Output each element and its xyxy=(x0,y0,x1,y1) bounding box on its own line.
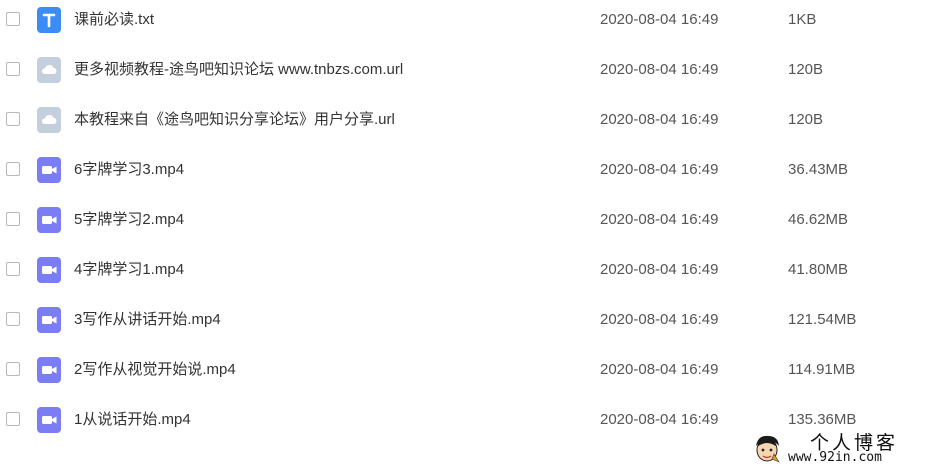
video-file-icon xyxy=(37,157,61,183)
file-size: 114.91MB xyxy=(788,361,856,378)
cloud-link-icon xyxy=(37,57,61,83)
file-name[interactable]: 2写作从视觉开始说.mp4 xyxy=(74,361,236,379)
file-name[interactable]: 课前必读.txt xyxy=(74,11,154,29)
file-row[interactable]: 4字牌学习1.mp4 2020-08-04 16:49 41.80MB xyxy=(0,250,941,300)
file-size: 135.36MB xyxy=(788,411,857,428)
video-file-icon xyxy=(37,407,61,433)
file-row[interactable]: 课前必读.txt 2020-08-04 16:49 1KB xyxy=(0,0,941,50)
file-list: 课前必读.txt 2020-08-04 16:49 1KB 更多视频教程-途鸟吧… xyxy=(0,0,941,450)
file-size: 120B xyxy=(788,111,824,128)
file-size: 121.54MB xyxy=(788,311,857,328)
video-file-icon xyxy=(37,207,61,233)
row-checkbox[interactable] xyxy=(6,412,20,426)
video-file-icon xyxy=(37,307,61,333)
file-row[interactable]: 本教程来自《途鸟吧知识分享论坛》用户分享.url 2020-08-04 16:4… xyxy=(0,100,941,150)
file-size: 41.80MB xyxy=(788,261,849,278)
file-size: 1KB xyxy=(788,11,817,28)
video-file-icon xyxy=(37,257,61,283)
file-date: 2020-08-04 16:49 xyxy=(600,61,719,78)
row-checkbox[interactable] xyxy=(6,212,20,226)
file-name[interactable]: 1从说话开始.mp4 xyxy=(74,411,191,429)
file-name[interactable]: 4字牌学习1.mp4 xyxy=(74,261,184,279)
file-row[interactable]: 2写作从视觉开始说.mp4 2020-08-04 16:49 114.91MB xyxy=(0,350,941,400)
cloud-link-icon xyxy=(37,107,61,133)
row-checkbox[interactable] xyxy=(6,12,20,26)
file-row[interactable]: 6字牌学习3.mp4 2020-08-04 16:49 36.43MB xyxy=(0,150,941,200)
file-size: 46.62MB xyxy=(788,211,849,228)
row-checkbox[interactable] xyxy=(6,62,20,76)
file-name[interactable]: 本教程来自《途鸟吧知识分享论坛》用户分享.url xyxy=(74,111,395,129)
file-name[interactable]: 6字牌学习3.mp4 xyxy=(74,161,184,179)
file-date: 2020-08-04 16:49 xyxy=(600,211,719,228)
row-checkbox[interactable] xyxy=(6,362,20,376)
row-checkbox[interactable] xyxy=(6,262,20,276)
blog-watermark: 个人博客 www.92in.com xyxy=(748,428,938,468)
file-date: 2020-08-04 16:49 xyxy=(600,261,719,278)
video-file-icon xyxy=(37,357,61,383)
file-row[interactable]: 更多视频教程-途鸟吧知识论坛 www.tnbzs.com.url 2020-08… xyxy=(0,50,941,100)
file-date: 2020-08-04 16:49 xyxy=(600,111,719,128)
file-size: 36.43MB xyxy=(788,161,849,178)
cartoon-face-icon xyxy=(750,432,784,466)
text-file-icon xyxy=(37,7,61,33)
file-size: 120B xyxy=(788,61,824,78)
file-date: 2020-08-04 16:49 xyxy=(600,311,719,328)
file-date: 2020-08-04 16:49 xyxy=(600,11,719,28)
file-row[interactable]: 5字牌学习2.mp4 2020-08-04 16:49 46.62MB xyxy=(0,200,941,250)
row-checkbox[interactable] xyxy=(6,112,20,126)
file-name[interactable]: 5字牌学习2.mp4 xyxy=(74,211,184,229)
file-name[interactable]: 更多视频教程-途鸟吧知识论坛 www.tnbzs.com.url xyxy=(74,61,403,79)
file-date: 2020-08-04 16:49 xyxy=(600,161,719,178)
row-checkbox[interactable] xyxy=(6,162,20,176)
file-row[interactable]: 3写作从讲话开始.mp4 2020-08-04 16:49 121.54MB xyxy=(0,300,941,350)
file-date: 2020-08-04 16:49 xyxy=(600,411,719,428)
file-name[interactable]: 3写作从讲话开始.mp4 xyxy=(74,311,221,329)
row-checkbox[interactable] xyxy=(6,312,20,326)
watermark-url: www.92in.com xyxy=(788,450,882,465)
file-date: 2020-08-04 16:49 xyxy=(600,361,719,378)
